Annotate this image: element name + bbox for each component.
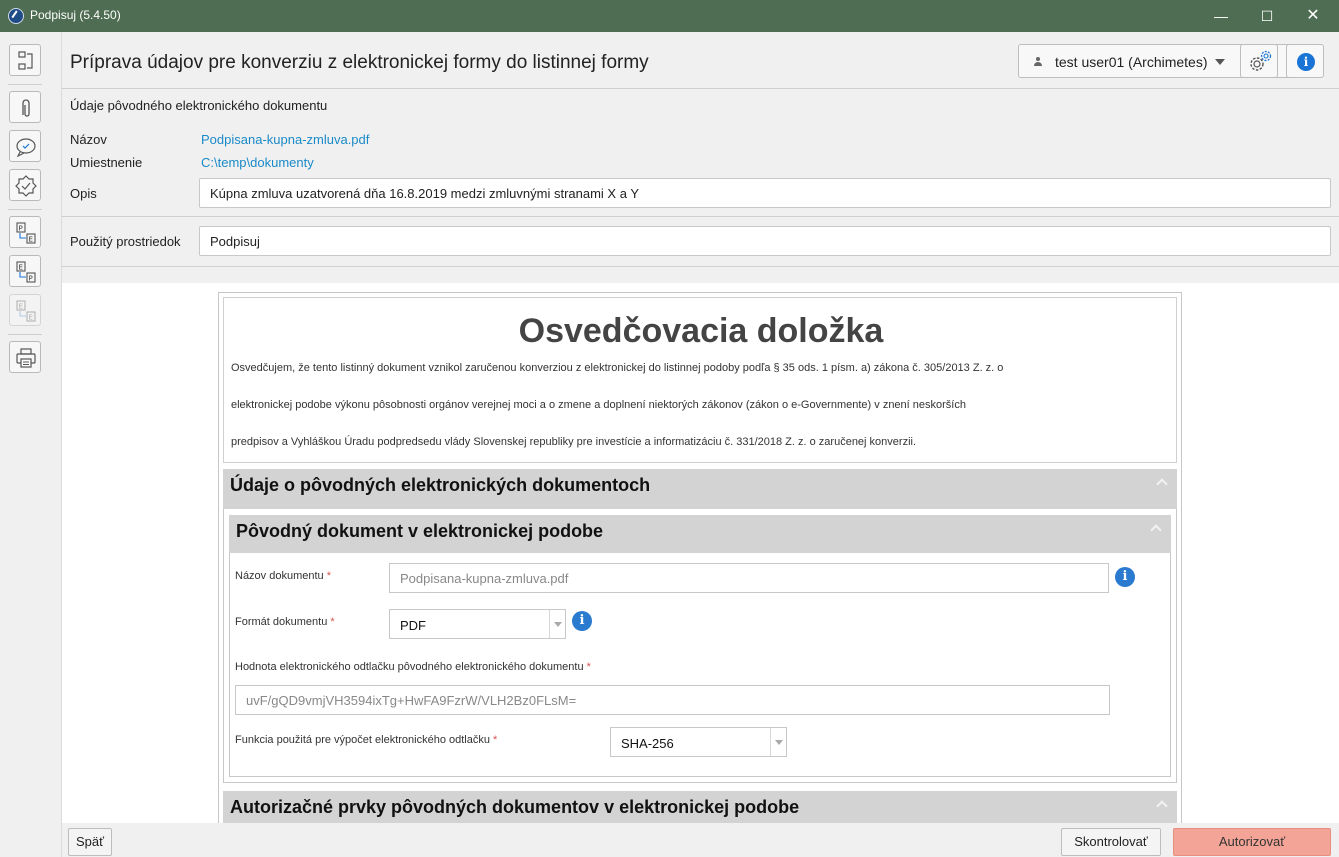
svg-text:P: P: [19, 225, 23, 233]
window-titlebar: Podpisuj (5.4.50) — ☐ ✕: [0, 0, 1339, 32]
electronic-to-paper-icon: E P: [16, 261, 36, 283]
name-label: Názov: [70, 132, 107, 147]
badge-check-icon: [15, 175, 37, 197]
electronic-to-electronic-icon: E E: [16, 300, 36, 322]
section-title: Údaje pôvodného elektronického dokumentu: [70, 98, 328, 113]
minimize-button[interactable]: —: [1198, 0, 1244, 32]
attach-button[interactable]: [9, 91, 41, 123]
pen-icon: [8, 8, 24, 24]
doc-name-input[interactable]: Podpisana-kupna-zmluva.pdf: [389, 563, 1109, 593]
svg-text:E: E: [19, 303, 23, 311]
paper-to-electronic-icon: P E: [16, 222, 36, 244]
tool-label: Použitý prostriedok: [70, 234, 181, 249]
description-field[interactable]: Kúpna zmluva uzatvorená dňa 16.8.2019 me…: [199, 178, 1331, 208]
left-toolbar: P E E P E E: [0, 32, 62, 857]
close-button[interactable]: ✕: [1290, 0, 1336, 32]
panel-title: Autorizačné prvky pôvodných dokumentov v…: [230, 797, 800, 817]
document-page: Osvedčovacia doložka Osvedčujem, že tent…: [218, 292, 1182, 823]
certificate-box: Osvedčovacia doložka Osvedčujem, že tent…: [223, 297, 1177, 463]
panel-title: Údaje o pôvodných elektronických dokumen…: [230, 475, 651, 495]
print-button[interactable]: [9, 341, 41, 373]
convert-paper-to-electronic-button[interactable]: P E: [9, 216, 41, 248]
location-label: Umiestnenie: [70, 155, 143, 170]
panel-electronic-document-body: Názov dokumentu * Podpisana-kupna-zmluva…: [229, 553, 1171, 777]
hash-label: Hodnota elektronického odtlačku pôvodnéh…: [235, 661, 591, 673]
signature-bubble-icon: [16, 138, 36, 158]
hash-function-select[interactable]: SHA-256: [610, 727, 787, 757]
document-location-link[interactable]: C:\temp\dokumenty: [201, 155, 314, 170]
chevron-down-icon: [770, 728, 786, 756]
user-name: test user01 (Archimetes): [1055, 54, 1208, 70]
chevron-up-icon: [1156, 800, 1168, 812]
format-value: PDF: [400, 618, 426, 633]
certificate-text-line: predpisov a Vyhláškou Úradu podpredsedu …: [231, 436, 917, 448]
certificate-text-line: elektronickej podobe výkonu pôsobnosti o…: [231, 399, 966, 411]
tool-field[interactable]: Podpisuj: [199, 226, 1331, 256]
info-button[interactable]: i: [1286, 44, 1324, 78]
page-header: Príprava údajov pre konverziu z elektron…: [62, 42, 1339, 84]
convert-electronic-to-electronic-button[interactable]: E E: [9, 294, 41, 326]
window-title: Podpisuj (5.4.50): [30, 8, 121, 22]
gears-icon: [1250, 50, 1272, 71]
panel-title: Pôvodný dokument v elektronickej podobe: [236, 521, 604, 541]
back-button[interactable]: Späť: [68, 828, 112, 856]
certificate-text-line: Osvedčujem, že tento listinný dokument v…: [231, 362, 1004, 374]
sign-button[interactable]: [9, 130, 41, 162]
toggle-panel-button[interactable]: [9, 44, 41, 76]
hash-input[interactable]: uvF/gQD9vmjVH3594ixTg+HwFA9FzrW/VLH2Bz0F…: [235, 685, 1110, 715]
doc-name-label: Názov dokumentu *: [235, 570, 332, 582]
format-select[interactable]: PDF: [389, 609, 566, 639]
document-preview: Osvedčovacia doložka Osvedčujem, že tent…: [62, 283, 1339, 823]
svg-text:E: E: [19, 264, 23, 272]
hash-function-value: SHA-256: [621, 736, 674, 751]
chevron-down-icon: [1215, 59, 1225, 65]
hash-function-label: Funkcia použitá pre výpočet elektronické…: [235, 734, 498, 746]
settings-button[interactable]: [1240, 44, 1278, 78]
page-title: Príprava údajov pre konverziu z elektron…: [70, 52, 649, 73]
panel-toggle-icon: [18, 51, 33, 70]
info-icon: i: [1297, 53, 1315, 71]
svg-text:E: E: [29, 314, 33, 322]
authorize-button[interactable]: Autorizovať: [1173, 828, 1331, 856]
verify-button[interactable]: [9, 169, 41, 201]
panel-electronic-document-header[interactable]: Pôvodný dokument v elektronickej podobe: [229, 515, 1171, 553]
user-icon: [1034, 57, 1042, 66]
panel-original-documents-header[interactable]: Údaje o pôvodných elektronických dokumen…: [223, 469, 1177, 509]
paperclip-icon: [22, 99, 30, 117]
bottom-bar: Späť Skontrolovať Autorizovať: [62, 823, 1339, 857]
check-button[interactable]: Skontrolovať: [1061, 828, 1161, 856]
convert-electronic-to-paper-button[interactable]: E P: [9, 255, 41, 287]
description-label: Opis: [70, 186, 97, 201]
maximize-button[interactable]: ☐: [1244, 0, 1290, 32]
chevron-down-icon: [549, 610, 565, 638]
document-title: Osvedčovacia doložka: [518, 312, 884, 350]
chevron-up-icon: [1156, 478, 1168, 490]
document-name-link[interactable]: Podpisana-kupna-zmluva.pdf: [201, 132, 369, 147]
printer-icon: [16, 348, 36, 368]
svg-text:P: P: [29, 275, 33, 283]
format-label: Formát dokumentu *: [235, 616, 335, 628]
panel-authorization-header[interactable]: Autorizačné prvky pôvodných dokumentov v…: [223, 791, 1177, 823]
info-icon[interactable]: i: [1115, 567, 1135, 587]
svg-text:E: E: [29, 236, 33, 244]
chevron-up-icon: [1150, 524, 1162, 536]
info-icon[interactable]: i: [572, 611, 592, 631]
